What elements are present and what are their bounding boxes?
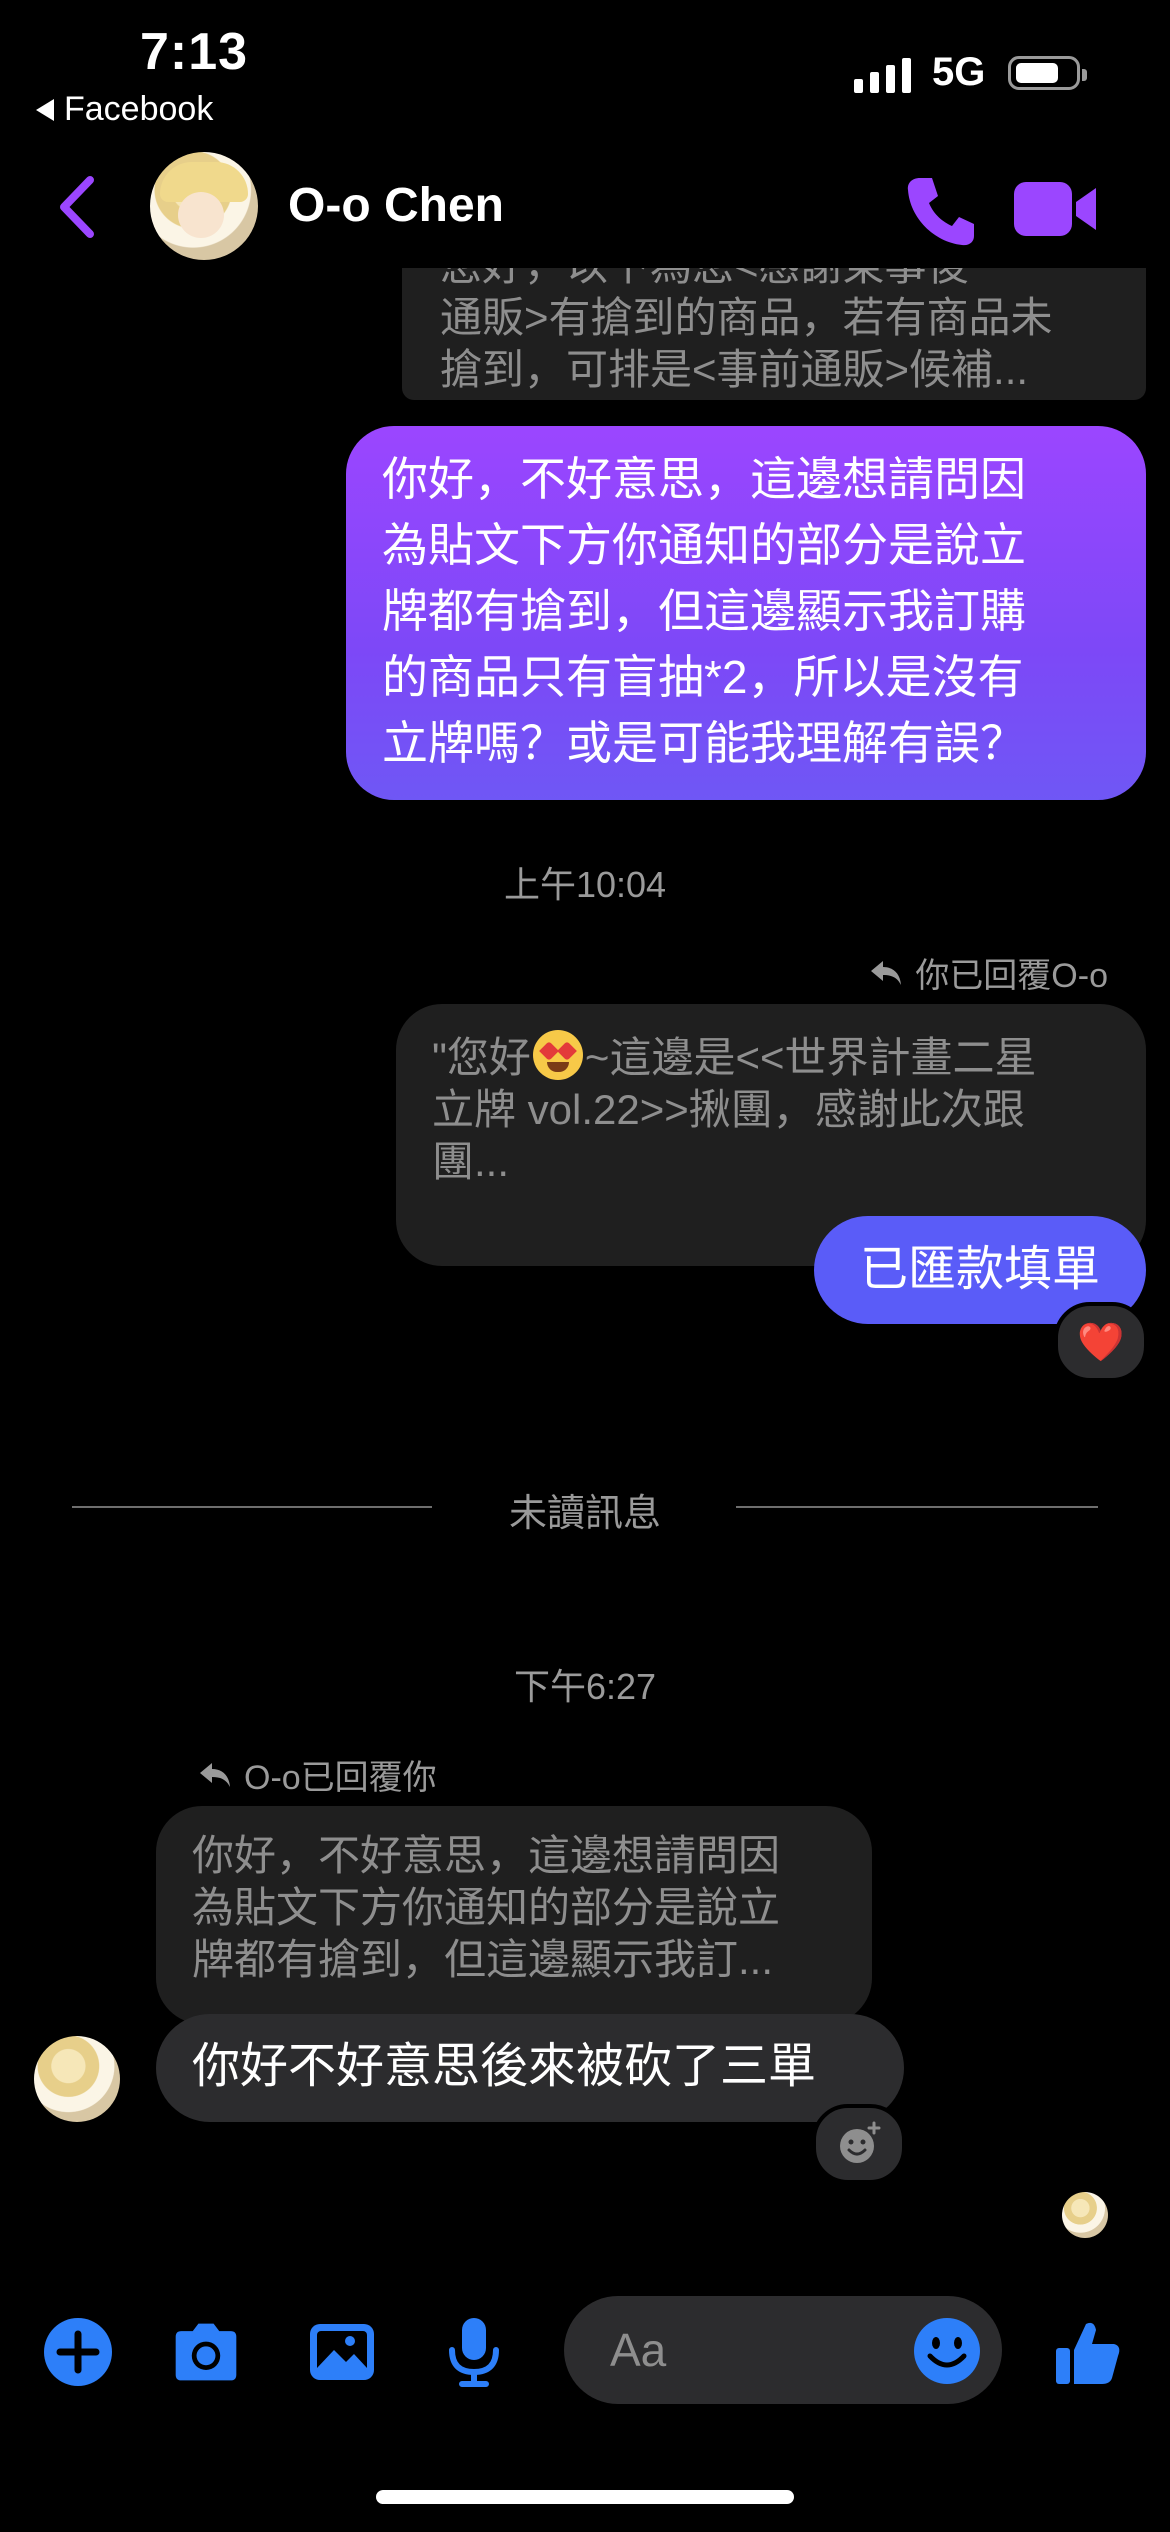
quoted-line: 團...: [432, 1138, 510, 1185]
message-line: 的商品只有盲抽*2，所以是沒有: [382, 651, 1024, 703]
cellular-signal-icon: [854, 58, 911, 93]
gallery-icon[interactable]: [306, 2316, 378, 2388]
network-type: 5G: [932, 50, 986, 94]
sent-message-bubble[interactable]: 你好，不好意思，這邊想請問因 為貼文下方你通知的部分是說立 牌都有搶到，但這邊顯…: [346, 426, 1146, 800]
message-line: 為貼文下方你通知的部分是說立: [382, 519, 1026, 571]
quoted-partial-line: 您好，以下為您<感謝東事後: [440, 268, 1116, 292]
timestamp: 上午10:04: [503, 864, 667, 905]
thumbs-up-icon[interactable]: [1052, 2316, 1124, 2388]
microphone-icon[interactable]: [438, 2316, 510, 2388]
quoted-line-suffix: ~這邊是<<世界計畫二星: [584, 1034, 1037, 1081]
home-indicator[interactable]: [376, 2490, 794, 2504]
phone-call-icon[interactable]: [902, 172, 978, 248]
contact-name[interactable]: O-o Chen: [288, 178, 504, 233]
quoted-line: 搶到，可排是<事前通販>候補...: [440, 346, 1029, 393]
back-to-facebook-link[interactable]: Facebook: [36, 90, 213, 129]
video-call-icon[interactable]: [1012, 178, 1098, 240]
replied-label-text: 你已回覆O-o: [915, 957, 1108, 995]
back-triangle-icon: [36, 98, 54, 121]
timestamp: 下午6:27: [513, 1666, 657, 1707]
quoted-line: "您好 ~這邊是<<世界計畫二星: [432, 1030, 1110, 1084]
quoted-message-bottom[interactable]: 你好，不好意思，這邊想請問因 為貼文下方你通知的部分是說立 牌都有搶到，但這邊顯…: [156, 1806, 872, 2024]
back-app-label: Facebook: [64, 90, 214, 128]
status-time: 7:13: [140, 23, 249, 81]
divider-line-right: [736, 1506, 1098, 1508]
unread-divider-label: 未讀訊息: [508, 1493, 661, 1535]
camera-icon[interactable]: [170, 2316, 242, 2388]
replied-label-text: O-o已回覆你: [244, 1759, 437, 1797]
quoted-line-prefix: "您好: [432, 1034, 531, 1081]
reply-arrow-icon: [200, 1762, 230, 1787]
heart-reaction-badge[interactable]: ❤️: [1054, 1302, 1148, 1382]
message-line: 立牌嗎？或是可能我理解有誤？: [382, 717, 1026, 769]
sender-avatar[interactable]: [34, 2036, 120, 2122]
quoted-line: 你好，不好意思，這邊想請問因: [192, 1832, 781, 1879]
reply-arrow-icon: [871, 960, 902, 985]
emoji-icon[interactable]: [912, 2316, 982, 2386]
quoted-line: 牌都有搶到，但這邊顯示我訂...: [192, 1936, 774, 1983]
add-reaction-button[interactable]: [812, 2104, 906, 2184]
heart-reaction-icon: ❤️: [1077, 1319, 1125, 1364]
back-chevron-icon[interactable]: [50, 172, 110, 242]
replied-label: O-o已回覆你: [198, 1750, 437, 1799]
plus-icon[interactable]: [42, 2316, 114, 2388]
battery-icon: [1008, 56, 1087, 90]
quoted-line: 為貼文下方你通知的部分是說立: [192, 1884, 781, 1931]
contact-avatar[interactable]: [150, 152, 258, 260]
add-reaction-smiley-icon: [840, 2121, 881, 2163]
quoted-line: 通販>有搶到的商品，若有商品未: [440, 294, 1053, 341]
message-line: 你好，不好意思，這邊想請問因: [382, 453, 1026, 505]
replied-label: 你已回覆O-o: [869, 948, 1108, 997]
message-line: 牌都有搶到，但這邊顯示我訂購: [382, 585, 1026, 637]
heart-eyes-emoji-icon: [532, 1030, 583, 1080]
quoted-line: 立牌 vol.22>>揪團，感謝此次跟: [432, 1086, 1025, 1133]
received-message-bubble[interactable]: 你好不好意思後來被砍了三單: [156, 2014, 904, 2122]
quoted-message-top[interactable]: 您好，以下為您<感謝東事後 通販>有搶到的商品，若有商品未 搶到，可排是<事前通…: [402, 268, 1146, 400]
read-receipt-avatar: [1062, 2192, 1108, 2238]
